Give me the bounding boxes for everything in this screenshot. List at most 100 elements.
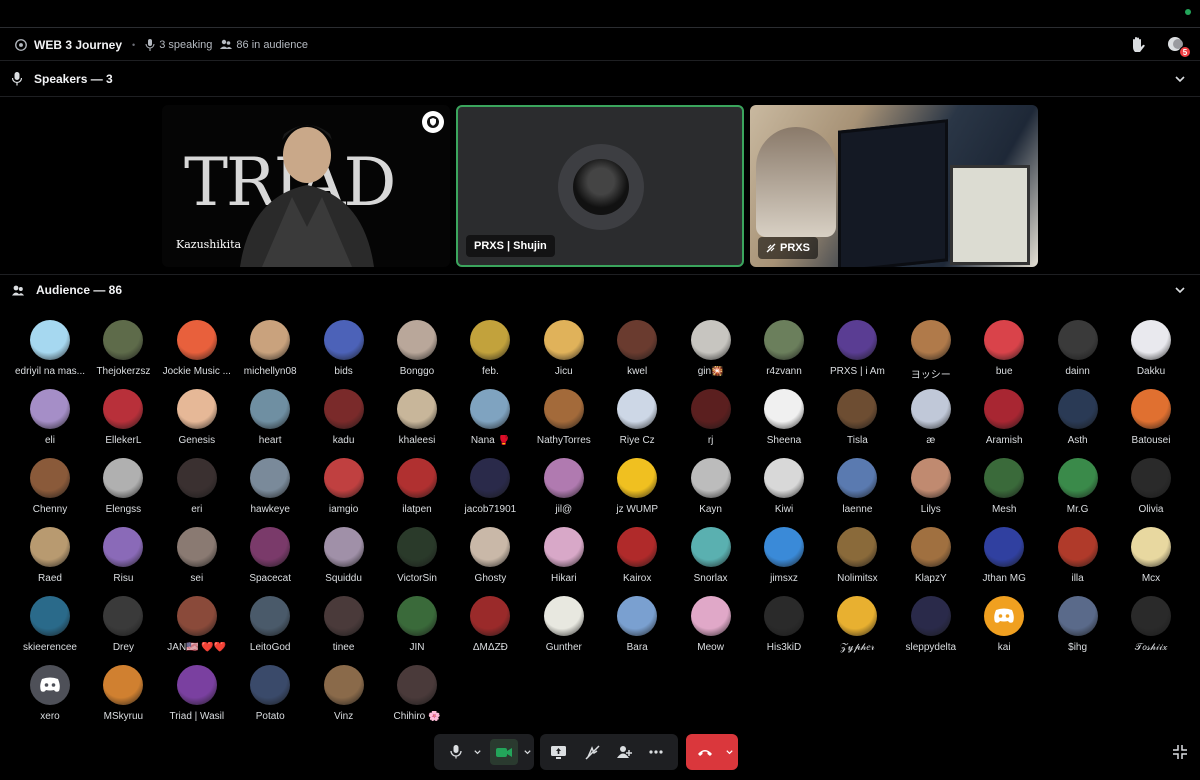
- audience-member[interactable]: edriyil na mas...: [14, 320, 86, 384]
- speakers-section-header[interactable]: Speakers — 3: [0, 68, 1200, 90]
- audience-member[interactable]: bids: [308, 320, 380, 384]
- audience-member[interactable]: æ: [895, 389, 967, 453]
- audience-member[interactable]: Elengss: [87, 458, 159, 522]
- audience-member[interactable]: Mesh: [968, 458, 1040, 522]
- audience-member[interactable]: jacob71901: [454, 458, 526, 522]
- audience-member[interactable]: 𝒯𝑜𝓈𝒽𝒾𝒾𝓍: [1115, 596, 1187, 660]
- audience-member[interactable]: Mcx: [1115, 527, 1187, 591]
- audience-member[interactable]: Vinz: [308, 665, 380, 729]
- mic-options-button[interactable]: [471, 734, 484, 770]
- activity-button[interactable]: [576, 734, 608, 770]
- audience-member[interactable]: Triad | Wasil: [161, 665, 233, 729]
- audience-member[interactable]: Snorlax: [675, 527, 747, 591]
- leave-options-button[interactable]: [722, 734, 736, 770]
- audience-member[interactable]: khaleesi: [381, 389, 453, 453]
- audience-member[interactable]: Chenny: [14, 458, 86, 522]
- audience-member[interactable]: Risu: [87, 527, 159, 591]
- audience-member[interactable]: Lilys: [895, 458, 967, 522]
- audience-member[interactable]: JAN🇺🇸 ❤️❤️: [161, 596, 233, 660]
- audience-member[interactable]: michellyn08: [234, 320, 306, 384]
- audience-member[interactable]: Kairox: [601, 527, 673, 591]
- share-screen-button[interactable]: [540, 734, 576, 770]
- audience-member[interactable]: Nana 🥊: [454, 389, 526, 453]
- audience-member[interactable]: Riye Cz: [601, 389, 673, 453]
- audience-member[interactable]: Dakku: [1115, 320, 1187, 384]
- audience-member[interactable]: Bonggo: [381, 320, 453, 384]
- audience-member[interactable]: sleppydelta: [895, 596, 967, 660]
- audience-member[interactable]: LeitoGod: [234, 596, 306, 660]
- audience-member[interactable]: sei: [161, 527, 233, 591]
- audience-member[interactable]: feb.: [454, 320, 526, 384]
- audience-member[interactable]: ilatpen: [381, 458, 453, 522]
- audience-member[interactable]: MSkyruu: [87, 665, 159, 729]
- audience-member[interactable]: Raed: [14, 527, 86, 591]
- audience-member[interactable]: jz WUMP: [601, 458, 673, 522]
- audience-member[interactable]: Asth: [1042, 389, 1114, 453]
- speaker-tile[interactable]: TRIAD Kazushikita: [162, 105, 450, 267]
- audience-member[interactable]: Nolimitsx: [821, 527, 893, 591]
- audience-member[interactable]: illa: [1042, 527, 1114, 591]
- exit-fullscreen-icon[interactable]: [1172, 744, 1188, 760]
- audience-member[interactable]: ヨッシー: [895, 320, 967, 384]
- audience-member[interactable]: laenne: [821, 458, 893, 522]
- invite-button[interactable]: [608, 734, 640, 770]
- audience-member[interactable]: rj: [675, 389, 747, 453]
- audience-member[interactable]: JIN: [381, 596, 453, 660]
- audience-member[interactable]: hawkeye: [234, 458, 306, 522]
- audience-member[interactable]: dainn: [1042, 320, 1114, 384]
- audience-section-header[interactable]: Audience — 86: [0, 279, 1200, 301]
- raise-hand-icon[interactable]: [1128, 35, 1148, 55]
- speaker-tile[interactable]: PRXS | Shujin: [456, 105, 744, 267]
- audience-member[interactable]: Hikari: [528, 527, 600, 591]
- audience-member[interactable]: Potato: [234, 665, 306, 729]
- audience-member[interactable]: Ghosty: [454, 527, 526, 591]
- camera-options-button[interactable]: [521, 734, 534, 770]
- audience-member[interactable]: jil@: [528, 458, 600, 522]
- notifications-button[interactable]: 5: [1166, 35, 1191, 58]
- audience-member[interactable]: Aramish: [968, 389, 1040, 453]
- audience-member[interactable]: KlapzY: [895, 527, 967, 591]
- audience-member[interactable]: xero: [14, 665, 86, 729]
- audience-member[interactable]: iamgio: [308, 458, 380, 522]
- audience-member[interactable]: His3kiD: [748, 596, 820, 660]
- audience-member[interactable]: heart: [234, 389, 306, 453]
- audience-member[interactable]: Spacecat: [234, 527, 306, 591]
- more-button[interactable]: [640, 734, 672, 770]
- audience-member[interactable]: tinee: [308, 596, 380, 660]
- audience-member[interactable]: NathyTorres: [528, 389, 600, 453]
- audience-member[interactable]: Tisla: [821, 389, 893, 453]
- audience-member[interactable]: Drey: [87, 596, 159, 660]
- audience-member[interactable]: eri: [161, 458, 233, 522]
- audience-member[interactable]: Bara: [601, 596, 673, 660]
- audience-member[interactable]: Thejokerzsz: [87, 320, 159, 384]
- audience-member[interactable]: Meow: [675, 596, 747, 660]
- chevron-down-icon[interactable]: [1174, 284, 1186, 296]
- leave-stage-button[interactable]: [688, 734, 722, 770]
- audience-member[interactable]: Chihiro 🌸: [381, 665, 453, 729]
- mute-button[interactable]: [442, 734, 471, 770]
- audience-member[interactable]: gin🎇: [675, 320, 747, 384]
- audience-member[interactable]: jimsxz: [748, 527, 820, 591]
- audience-member[interactable]: Gunther: [528, 596, 600, 660]
- audience-member[interactable]: kai: [968, 596, 1040, 660]
- camera-button[interactable]: [488, 734, 521, 770]
- chevron-down-icon[interactable]: [1174, 73, 1186, 85]
- audience-member[interactable]: $ihg: [1042, 596, 1114, 660]
- audience-member[interactable]: kwel: [601, 320, 673, 384]
- audience-member[interactable]: Kiwi: [748, 458, 820, 522]
- audience-member[interactable]: Kayn: [675, 458, 747, 522]
- audience-member[interactable]: EllekerL: [87, 389, 159, 453]
- audience-member[interactable]: Genesis: [161, 389, 233, 453]
- audience-member[interactable]: Jicu: [528, 320, 600, 384]
- audience-member[interactable]: bue: [968, 320, 1040, 384]
- audience-member[interactable]: Mr.G: [1042, 458, 1114, 522]
- audience-member[interactable]: Sheena: [748, 389, 820, 453]
- speaker-tile[interactable]: PRXS: [750, 105, 1038, 267]
- audience-member[interactable]: Olivia: [1115, 458, 1187, 522]
- audience-member[interactable]: skieerencee: [14, 596, 86, 660]
- audience-member[interactable]: Jockie Music ...: [161, 320, 233, 384]
- audience-member[interactable]: ΔΜΔΖĐ: [454, 596, 526, 660]
- audience-member[interactable]: PRXS | i Am: [821, 320, 893, 384]
- audience-member[interactable]: Squiddu: [308, 527, 380, 591]
- audience-member[interactable]: 𝒵𝓎𝓅𝒽𝑒𝓇: [821, 596, 893, 660]
